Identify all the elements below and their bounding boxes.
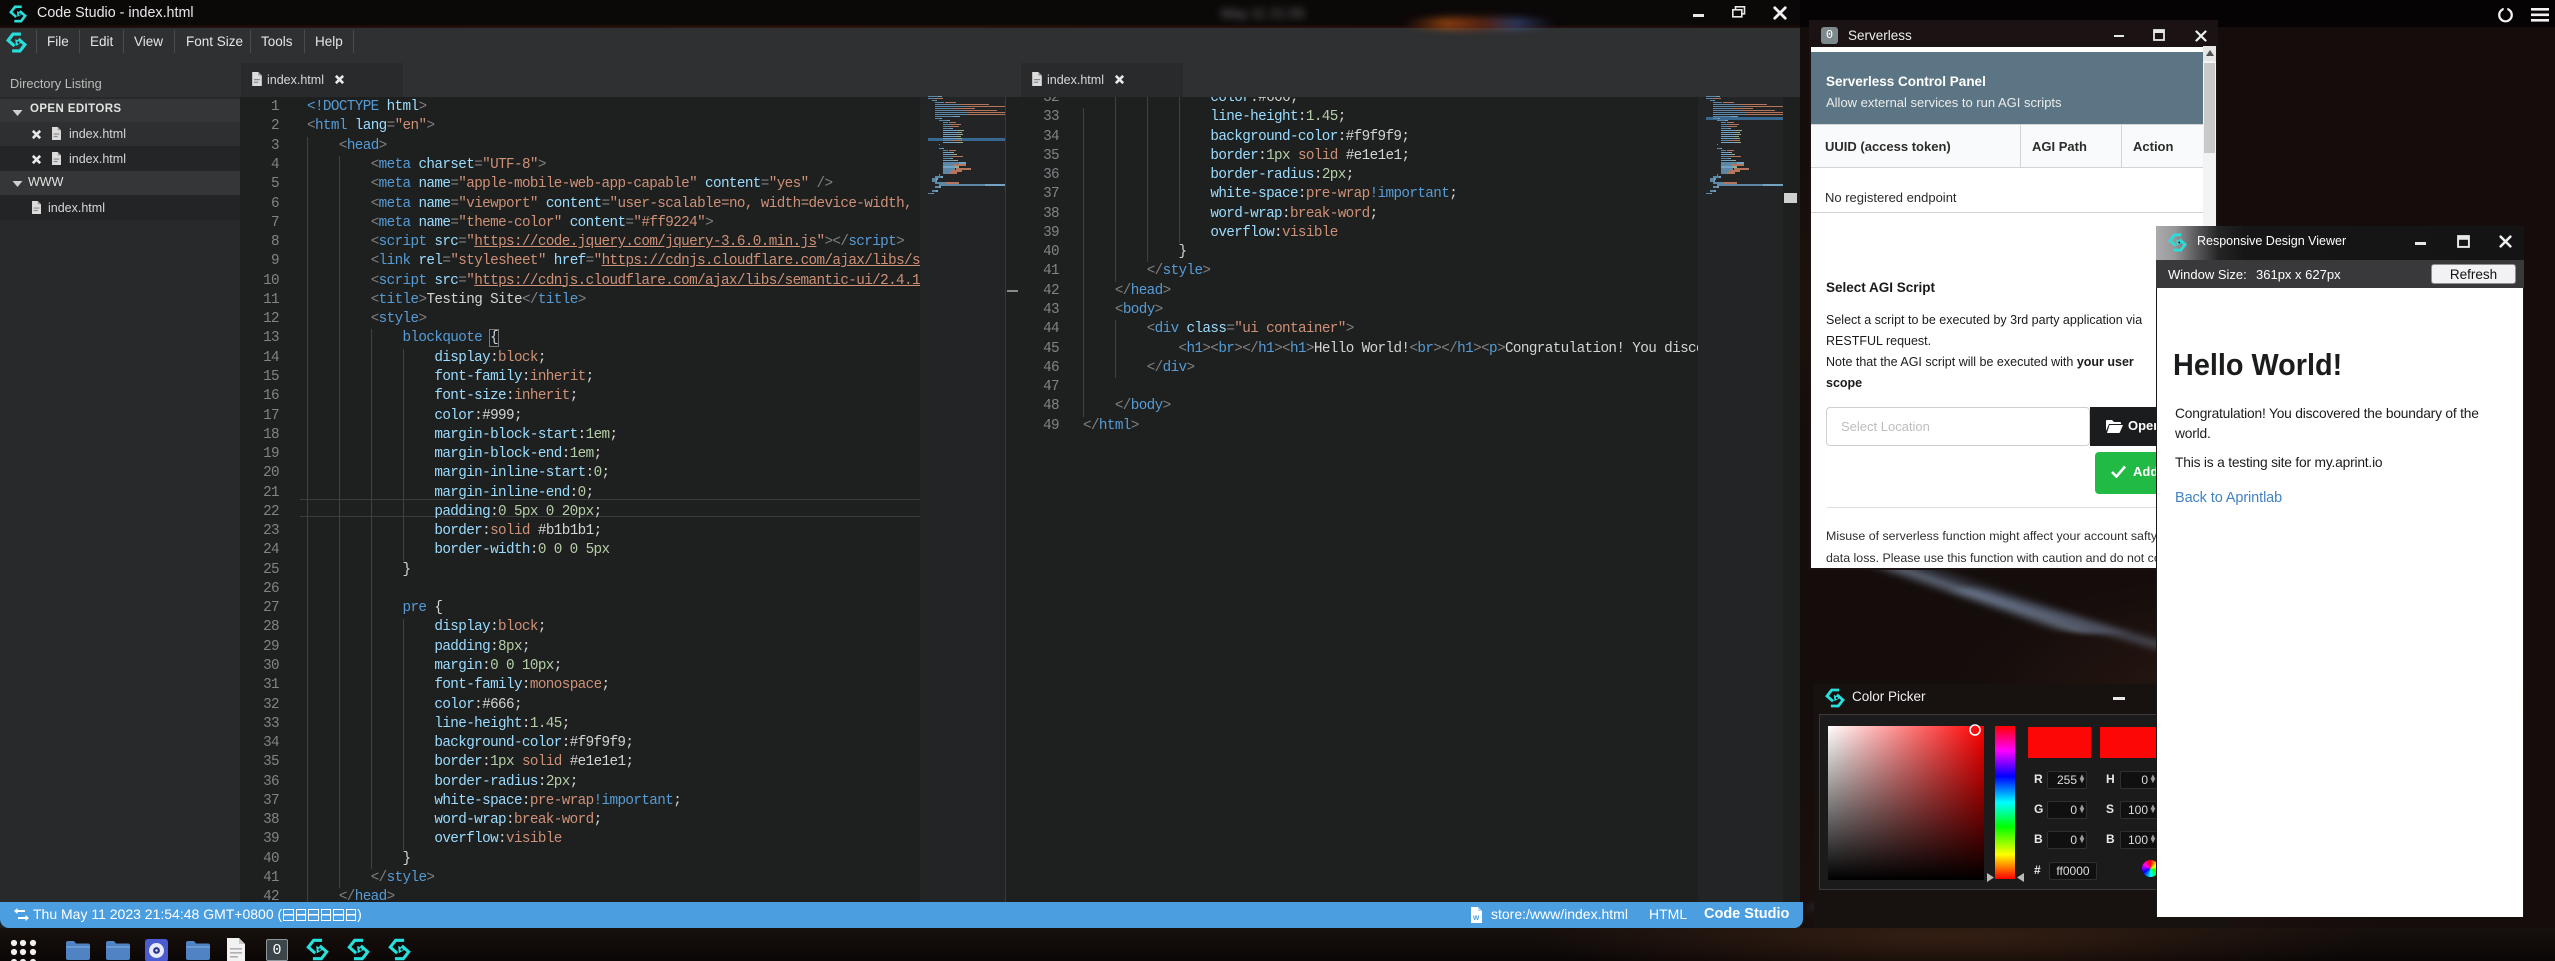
svg-text:w: w	[1472, 913, 1480, 922]
